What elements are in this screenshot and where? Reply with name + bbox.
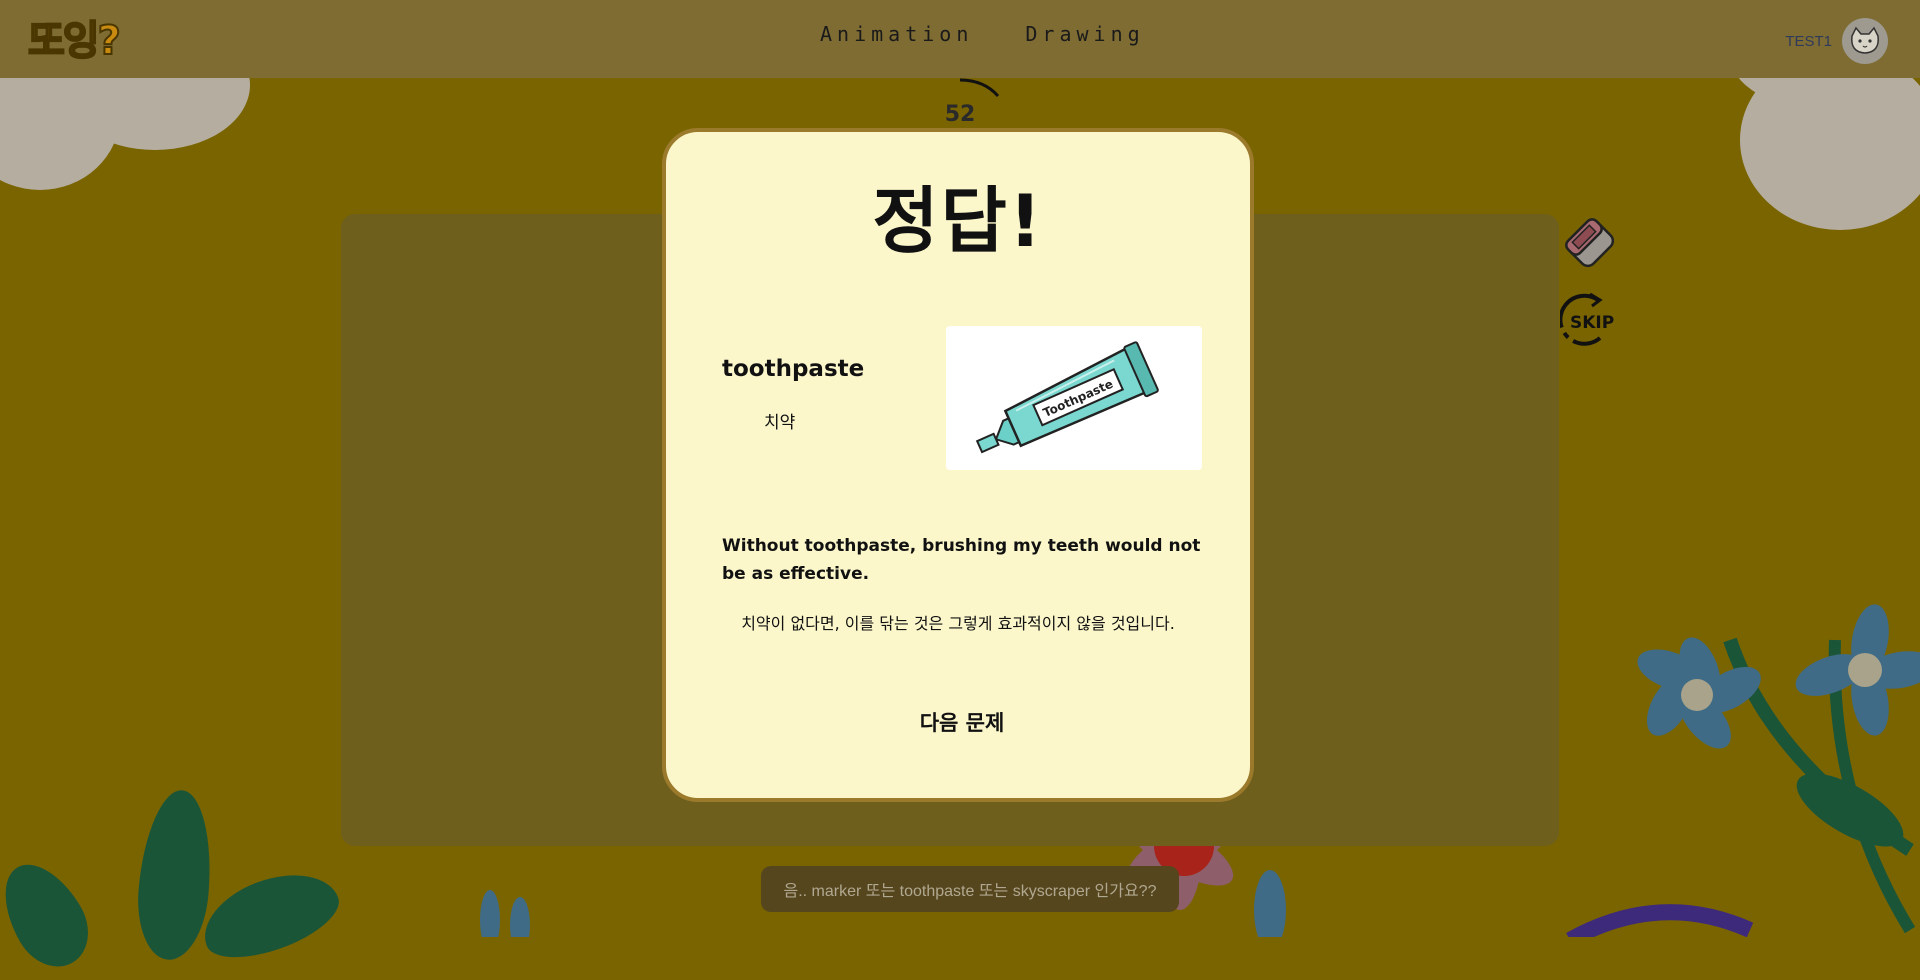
modal-title: 정답!	[872, 179, 1044, 263]
skip-label: SKIP	[1570, 313, 1614, 333]
logo-text: 또잉?	[27, 17, 122, 65]
top-navbar: 또잉? Animation Drawing TEST1	[0, 0, 1920, 78]
skip-button[interactable]: SKIP	[1558, 292, 1626, 348]
guess-chat-bubble: 음.. marker 또는 toothpaste 또는 skyscraper 인…	[761, 866, 1179, 912]
app-logo[interactable]: 또잉?	[27, 12, 148, 65]
next-question-button[interactable]: 다음 문제	[882, 702, 1042, 742]
example-sentence-english: Without toothpaste, brushing my teeth wo…	[722, 536, 1201, 584]
user-menu[interactable]: TEST1	[1785, 18, 1888, 64]
answer-word: toothpaste	[722, 356, 865, 382]
toothpaste-tube-icon: Toothpaste	[946, 326, 1202, 470]
eraser-button[interactable]	[1560, 212, 1620, 274]
answer-word-korean: 치약	[764, 413, 796, 433]
nav-animation[interactable]: Animation	[820, 22, 973, 46]
main-nav: Animation Drawing	[820, 22, 1145, 46]
timer-value: 52	[944, 102, 976, 127]
skip-icon: SKIP	[1558, 292, 1614, 346]
username: TEST1	[1785, 32, 1832, 50]
cat-avatar-icon[interactable]	[1842, 18, 1888, 64]
example-sentence-korean: 치약이 없다면, 이를 닦는 것은 그렇게 효과적이지 않을 것입니다.	[741, 614, 1175, 633]
eraser-icon	[1565, 218, 1615, 268]
nav-drawing[interactable]: Drawing	[1025, 22, 1144, 46]
answer-result-modal: 정답! toothpaste 치약 Toothpaste Without too…	[662, 128, 1254, 802]
